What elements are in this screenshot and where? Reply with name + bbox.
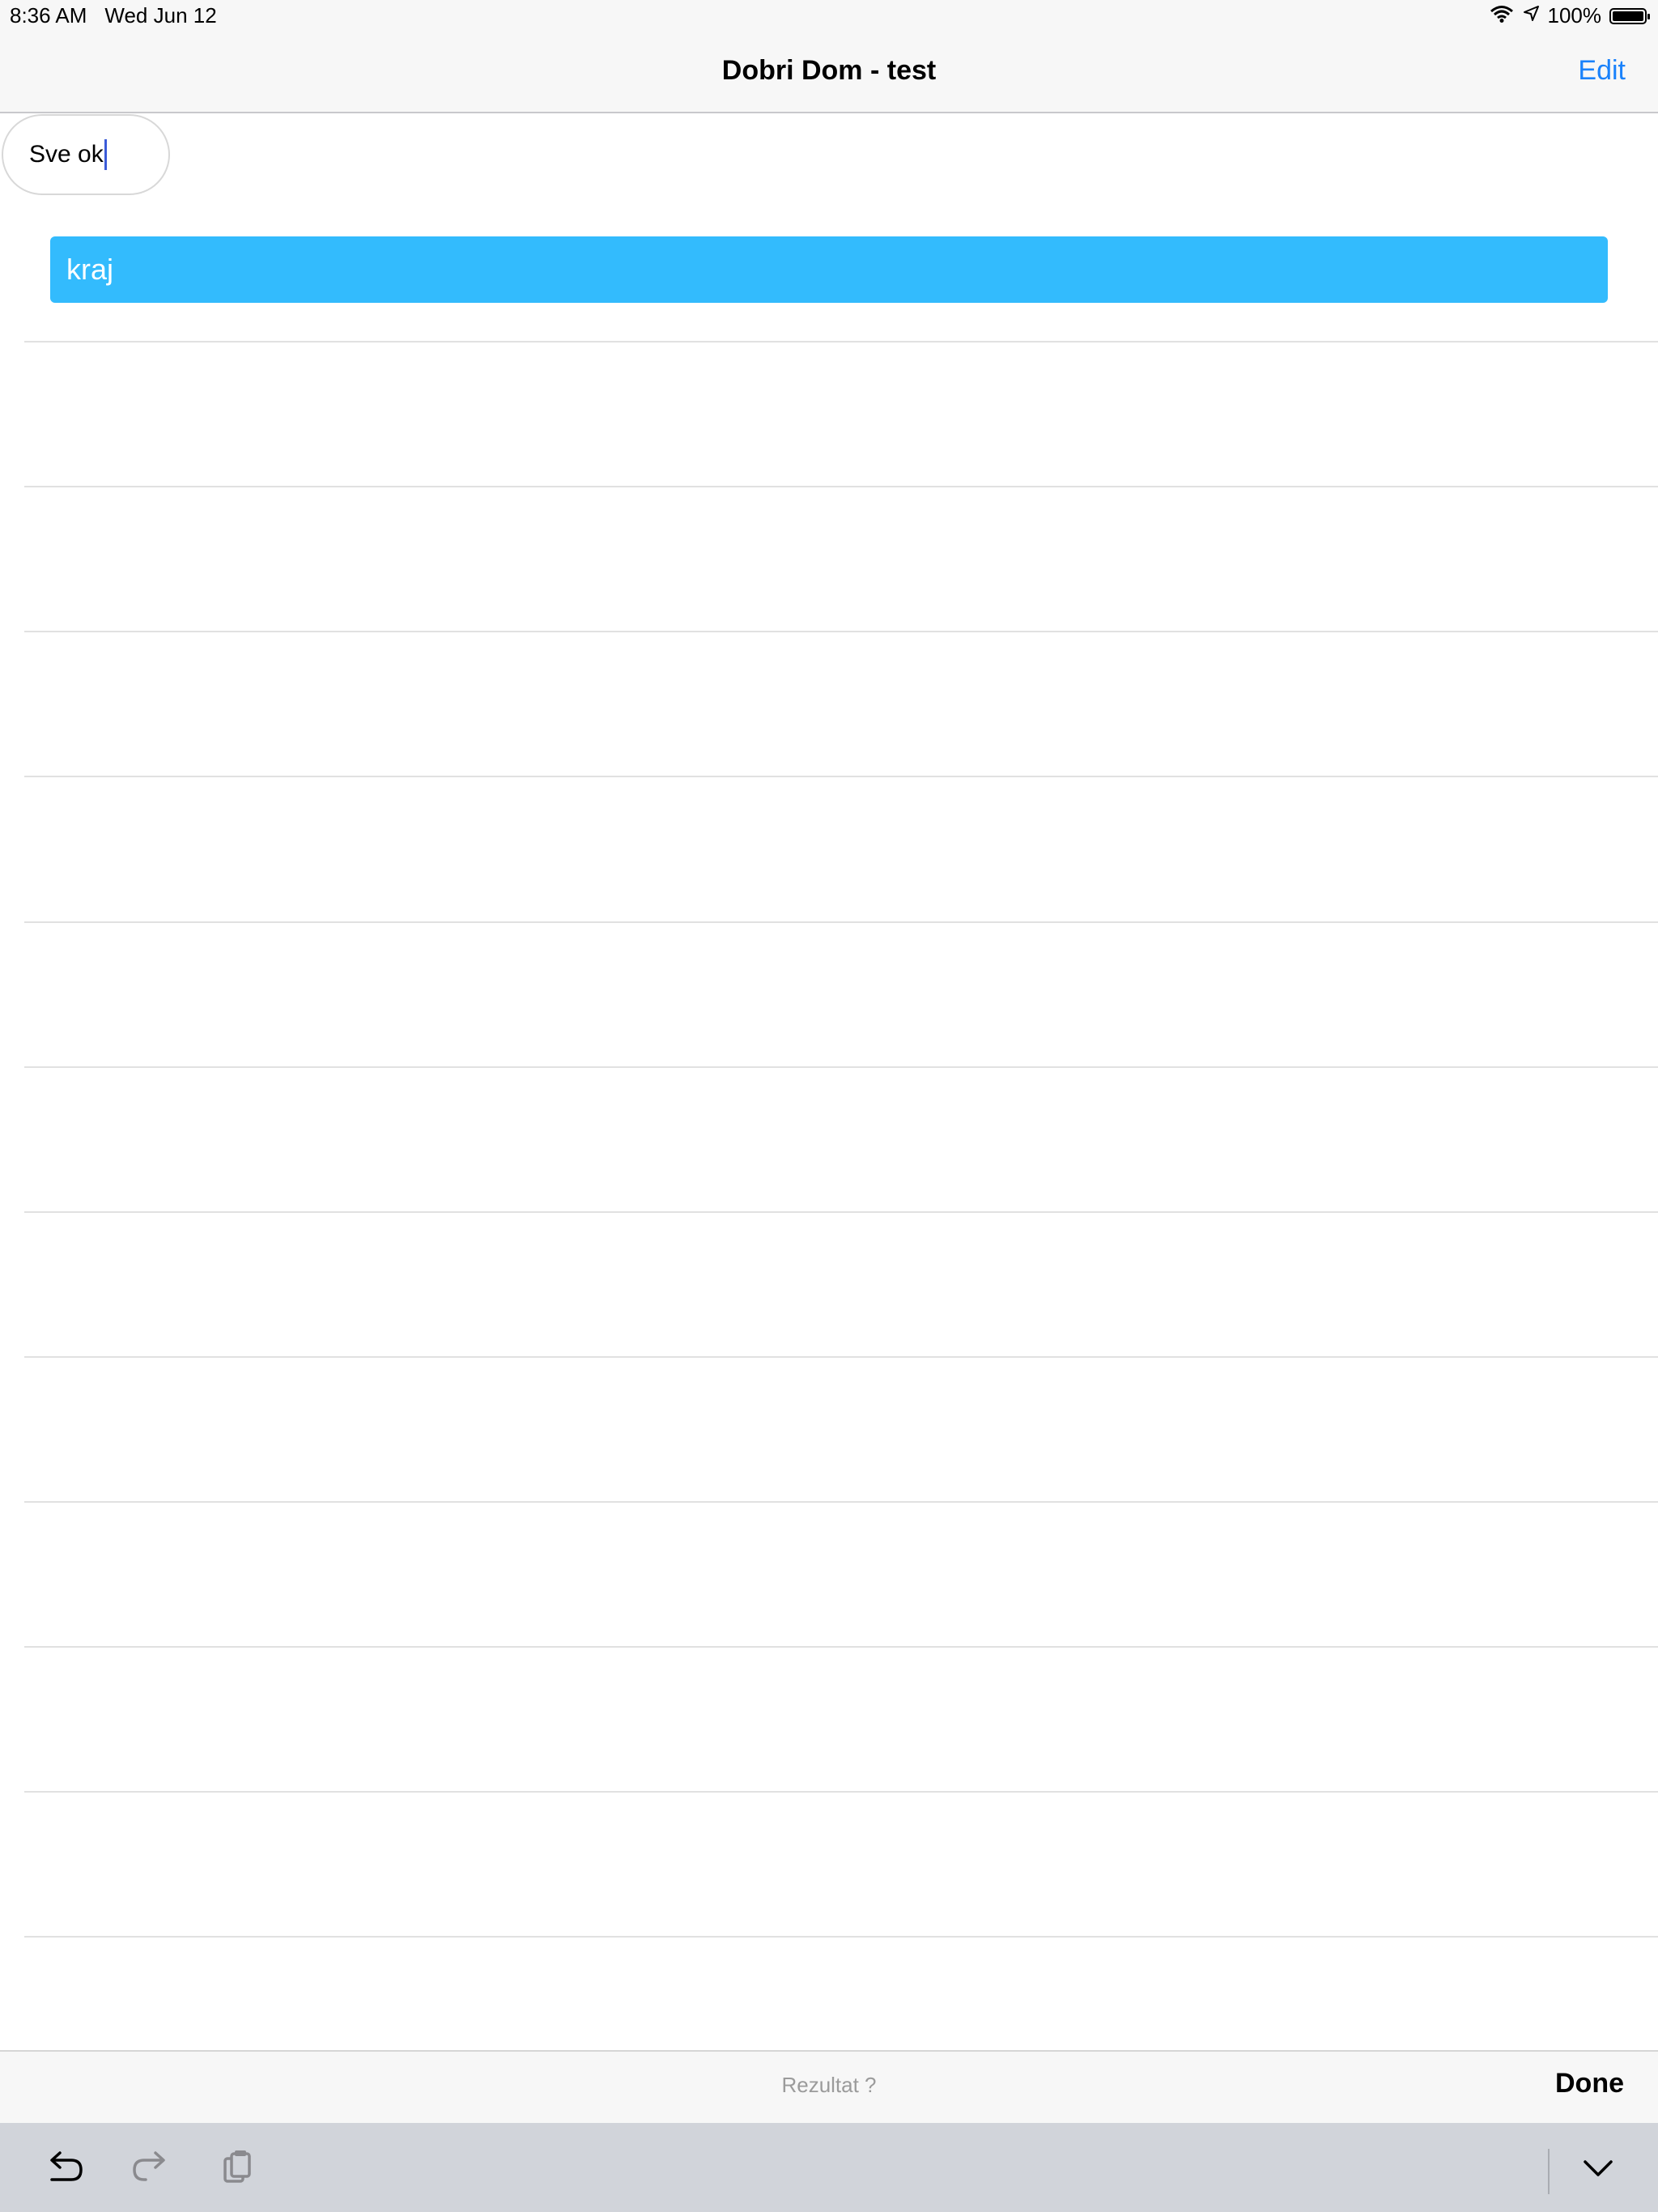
list-item-label: kraj <box>66 253 114 286</box>
row-separator <box>24 1501 1658 1503</box>
navigation-bar: Dobri Dom - test Edit <box>0 34 1658 113</box>
battery-percent: 100% <box>1547 3 1602 28</box>
row-separator <box>24 1936 1658 1938</box>
done-button[interactable]: Done <box>1555 2068 1624 2099</box>
status-bar: 8:36 AM Wed Jun 12 100% <box>0 0 1658 34</box>
row-separator <box>24 1791 1658 1793</box>
row-separator <box>24 921 1658 923</box>
location-arrow-icon <box>1522 3 1540 28</box>
row-separator <box>24 1356 1658 1358</box>
text-input-value: Sve ok <box>29 141 104 168</box>
chevron-down-icon[interactable] <box>1575 2149 1621 2188</box>
row-separator <box>24 341 1658 342</box>
text-caret <box>104 139 107 170</box>
redo-icon[interactable] <box>128 2149 173 2188</box>
status-date: Wed Jun 12 <box>104 3 217 28</box>
row-separator <box>24 1211 1658 1213</box>
text-input[interactable]: Sve ok <box>2 114 170 195</box>
paste-icon[interactable] <box>217 2149 262 2188</box>
keyboard-toolbar <box>0 2123 1658 2212</box>
row-separator <box>24 631 1658 632</box>
battery-icon <box>1609 7 1650 24</box>
undo-icon[interactable] <box>42 2149 87 2188</box>
row-separator <box>24 486 1658 487</box>
row-separator <box>24 1066 1658 1068</box>
list-item-selected[interactable]: kraj <box>50 236 1608 303</box>
toolbar-divider <box>1548 2149 1550 2194</box>
row-separator <box>24 776 1658 777</box>
status-time: 8:36 AM <box>10 3 87 28</box>
input-accessory-bar: Rezultat ? Done <box>0 2050 1658 2123</box>
page-title: Dobri Dom - test <box>721 55 937 86</box>
wifi-icon <box>1490 3 1514 28</box>
result-placeholder: Rezultat ? <box>781 2073 877 2097</box>
row-separator <box>24 1646 1658 1648</box>
edit-button[interactable]: Edit <box>1578 55 1626 87</box>
